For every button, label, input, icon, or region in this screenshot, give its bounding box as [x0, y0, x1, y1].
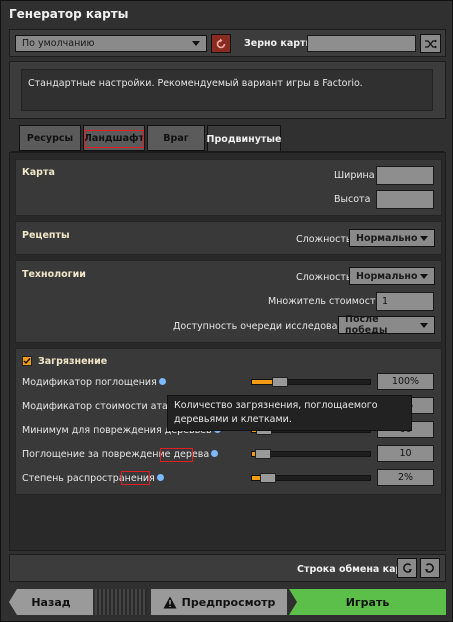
- tech-difficulty-label: Сложность: [296, 272, 352, 283]
- info-icon[interactable]: [211, 450, 219, 457]
- footer-stripes: [95, 589, 147, 615]
- back-button[interactable]: Назад: [9, 589, 93, 615]
- shuffle-icon: [424, 39, 437, 48]
- recipe-difficulty-label: Сложность: [296, 234, 352, 245]
- chevron-down-icon: [420, 235, 428, 241]
- chevron-down-icon: [192, 41, 200, 46]
- description-text: Стандартные настройки. Рекомендуемый вар…: [28, 78, 363, 89]
- cost-multiplier-input[interactable]: 1: [376, 292, 434, 311]
- tab-terrain[interactable]: Ландшафт: [83, 125, 145, 151]
- checkmark-icon: [23, 358, 31, 365]
- slider-knob[interactable]: [255, 449, 271, 459]
- chevron-down-icon: [420, 273, 428, 279]
- pollution-section-title: Загрязнение: [38, 356, 108, 367]
- pollution-slider[interactable]: [251, 377, 371, 387]
- shuffle-seed-button[interactable]: [420, 34, 441, 53]
- tech-difficulty-value: Нормально: [356, 270, 418, 282]
- map-generator-window: Генератор карты По умолчанию Зерно карты…: [0, 0, 453, 622]
- preset-value: По умолчанию: [22, 38, 95, 49]
- preset-dropdown[interactable]: По умолчанию: [15, 35, 207, 52]
- map-width-input[interactable]: [376, 166, 434, 185]
- preview-button[interactable]: Предпросмотр: [151, 589, 287, 615]
- pollution-row-text: Степень распространения: [22, 473, 155, 484]
- recipe-difficulty-value: Нормально: [356, 232, 418, 244]
- pollution-row-label: Степень распространения: [22, 473, 164, 484]
- window-title: Генератор карты: [9, 7, 129, 21]
- tab-resources[interactable]: Ресурсы: [19, 125, 81, 151]
- import-icon: [403, 563, 412, 573]
- map-section-title: Карта: [22, 167, 55, 178]
- recipes-section-title: Рецепты: [22, 230, 70, 241]
- pollution-row-label: Модификатор стоимости атаки: [22, 401, 189, 412]
- info-icon[interactable]: [156, 474, 164, 481]
- absorption-tooltip: Количество загрязнения, поглощаемого дер…: [167, 395, 412, 431]
- tab-advanced-label: Продвинутые: [206, 134, 282, 145]
- tab-enemy-label: Враг: [163, 132, 189, 144]
- info-icon[interactable]: [158, 378, 166, 385]
- seed-label: Зерно карты: [244, 38, 315, 49]
- pollution-row-label: Модификатор поглощения: [22, 377, 166, 388]
- pollution-checkbox[interactable]: [22, 356, 32, 366]
- export-string-button[interactable]: [420, 558, 440, 578]
- map-height-label: Высота: [334, 194, 371, 205]
- seed-input[interactable]: [307, 35, 416, 52]
- research-queue-dropdown[interactable]: После победы: [338, 314, 435, 336]
- pollution-slider[interactable]: [251, 449, 371, 459]
- pollution-row-label: Поглощение за повреждение дерева: [22, 449, 219, 460]
- slider-fill: [252, 380, 274, 384]
- tab-resources-label: Ресурсы: [26, 132, 74, 144]
- map-height-input[interactable]: [376, 190, 434, 209]
- preview-button-label: Предпросмотр: [181, 595, 276, 609]
- tech-difficulty-dropdown[interactable]: Нормально: [349, 267, 435, 285]
- chevron-down-icon: [420, 322, 428, 328]
- map-width-label: Ширина: [334, 170, 375, 181]
- pollution-row-text: Модификатор поглощения: [22, 377, 157, 388]
- pollution-value-input[interactable]: 2%: [377, 469, 434, 486]
- research-queue-label: Доступность очереди исследований: [173, 321, 357, 332]
- tab-terrain-label: Ландшафт: [84, 132, 144, 144]
- reset-icon: [216, 38, 226, 48]
- description-box: Стандартные настройки. Рекомендуемый вар…: [21, 69, 433, 111]
- reset-preset-button[interactable]: [211, 34, 231, 53]
- import-string-button[interactable]: [397, 558, 417, 578]
- tab-enemy[interactable]: Враг: [147, 125, 205, 151]
- technology-section-title: Технологии: [22, 269, 86, 280]
- back-button-label: Назад: [31, 595, 71, 609]
- tab-advanced[interactable]: Продвинутые: [207, 125, 281, 153]
- play-button[interactable]: Играть: [289, 589, 446, 615]
- slider-knob[interactable]: [272, 377, 288, 387]
- warning-icon: [163, 596, 177, 608]
- research-queue-value: После победы: [345, 314, 388, 336]
- slider-knob[interactable]: [260, 473, 276, 483]
- pollution-value-input[interactable]: 10: [377, 445, 434, 462]
- play-button-label: Играть: [345, 595, 390, 609]
- pollution-slider[interactable]: [251, 473, 371, 483]
- recipe-difficulty-dropdown[interactable]: Нормально: [349, 229, 435, 247]
- pollution-row-text: Модификатор стоимости атаки: [22, 401, 180, 412]
- cost-multiplier-label: Множитель стоимости: [268, 296, 382, 307]
- export-icon: [425, 563, 434, 573]
- pollution-row-text: Поглощение за повреждение дерева: [22, 449, 210, 460]
- pollution-value-input[interactable]: 100%: [377, 373, 434, 390]
